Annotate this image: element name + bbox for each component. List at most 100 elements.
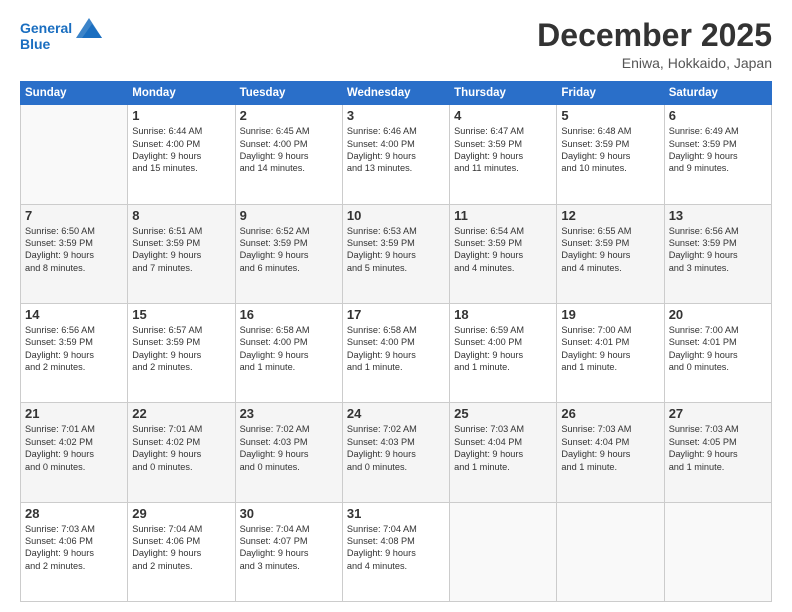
cell-line: Sunset: 4:08 PM [347,535,445,547]
cell-line: Sunset: 4:00 PM [240,138,338,150]
day-number: 16 [240,307,338,322]
day-number: 19 [561,307,659,322]
weekday-header-wednesday: Wednesday [342,82,449,105]
cell-line: and 2 minutes. [25,560,123,572]
calendar-cell: 14Sunrise: 6:56 AMSunset: 3:59 PMDayligh… [21,303,128,402]
cell-line: Sunset: 3:59 PM [132,336,230,348]
day-number: 24 [347,406,445,421]
calendar-cell: 24Sunrise: 7:02 AMSunset: 4:03 PMDayligh… [342,403,449,502]
cell-line: Sunrise: 6:49 AM [669,125,767,137]
day-number: 1 [132,108,230,123]
day-number: 21 [25,406,123,421]
cell-line: Daylight: 9 hours [669,249,767,261]
cell-line: Daylight: 9 hours [669,349,767,361]
day-number: 20 [669,307,767,322]
cell-line: Sunrise: 6:57 AM [132,324,230,336]
calendar-cell: 20Sunrise: 7:00 AMSunset: 4:01 PMDayligh… [664,303,771,402]
calendar-cell: 15 Sunrise: 6:57 AMSunset: 3:59 PMDayligh… [128,303,235,402]
cell-line: Sunrise: 7:02 AM [240,423,338,435]
cell-line: Sunset: 4:00 PM [240,336,338,348]
cell-line: Sunrise: 6:58 AM [347,324,445,336]
day-number: 4 [454,108,552,123]
month-title: December 2025 [537,18,772,53]
cell-line: Sunrise: 6:56 AM [669,225,767,237]
cell-line: Daylight: 9 hours [132,448,230,460]
cell-line: and 1 minute. [240,361,338,373]
cell-line: Sunset: 4:00 PM [454,336,552,348]
cell-line: and 1 minute. [669,461,767,473]
day-number: 14 [25,307,123,322]
cell-line: and 7 minutes. [132,262,230,274]
cell-line: Sunset: 4:02 PM [25,436,123,448]
cell-line: and 1 minute. [454,361,552,373]
day-number: 15 [132,307,230,322]
cell-line: Daylight: 9 hours [347,150,445,162]
logo-blue: Blue [20,36,50,52]
page: General Blue December 2025 Eniwa, Hokkai… [0,0,792,612]
cell-line: Daylight: 9 hours [240,349,338,361]
cell-line: Sunset: 3:59 PM [454,138,552,150]
cell-line: Sunrise: 6:50 AM [25,225,123,237]
calendar-cell: 5Sunrise: 6:48 AMSunset: 3:59 PMDaylight… [557,105,664,204]
day-number: 6 [669,108,767,123]
cell-line: Sunrise: 7:00 AM [561,324,659,336]
day-number: 28 [25,506,123,521]
cell-line: Sunset: 3:59 PM [669,237,767,249]
calendar-cell: 1Sunrise: 6:44 AMSunset: 4:00 PMDaylight… [128,105,235,204]
cell-line: Daylight: 9 hours [132,547,230,559]
cell-line: Sunrise: 7:02 AM [347,423,445,435]
weekday-header-thursday: Thursday [450,82,557,105]
calendar-cell: 16Sunrise: 6:58 AMSunset: 4:00 PMDayligh… [235,303,342,402]
cell-line: Sunrise: 7:01 AM [132,423,230,435]
cell-line: Daylight: 9 hours [240,547,338,559]
weekday-header-saturday: Saturday [664,82,771,105]
cell-line: and 0 minutes. [132,461,230,473]
cell-line: Daylight: 9 hours [454,349,552,361]
calendar-cell: 30Sunrise: 7:04 AMSunset: 4:07 PMDayligh… [235,502,342,601]
cell-line: Sunset: 3:59 PM [25,336,123,348]
cell-line: and 1 minute. [454,461,552,473]
day-number: 9 [240,208,338,223]
cell-line: Sunrise: 6:47 AM [454,125,552,137]
calendar-cell: 17Sunrise: 6:58 AMSunset: 4:00 PMDayligh… [342,303,449,402]
calendar-cell: 4Sunrise: 6:47 AMSunset: 3:59 PMDaylight… [450,105,557,204]
cell-line: Daylight: 9 hours [347,249,445,261]
week-row-3: 21Sunrise: 7:01 AMSunset: 4:02 PMDayligh… [21,403,772,502]
cell-line: and 4 minutes. [561,262,659,274]
cell-line: Sunrise: 6:55 AM [561,225,659,237]
day-number: 5 [561,108,659,123]
cell-line: and 11 minutes. [454,162,552,174]
week-row-1: 7Sunrise: 6:50 AMSunset: 3:59 PMDaylight… [21,204,772,303]
cell-line: Sunset: 3:59 PM [132,237,230,249]
week-row-0: 1Sunrise: 6:44 AMSunset: 4:00 PMDaylight… [21,105,772,204]
cell-line: Sunset: 4:05 PM [669,436,767,448]
logo-icon [76,18,102,38]
day-number: 23 [240,406,338,421]
cell-line: Sunset: 4:00 PM [347,336,445,348]
cell-line: Daylight: 9 hours [347,349,445,361]
day-number: 26 [561,406,659,421]
calendar-cell [21,105,128,204]
cell-line: Sunrise: 7:01 AM [25,423,123,435]
cell-line: Sunset: 4:00 PM [132,138,230,150]
cell-line: Daylight: 9 hours [561,249,659,261]
cell-line: Daylight: 9 hours [561,349,659,361]
cell-line: Daylight: 9 hours [454,249,552,261]
cell-line: Sunrise: 7:03 AM [669,423,767,435]
cell-line: and 1 minute. [561,461,659,473]
calendar-cell: 25Sunrise: 7:03 AMSunset: 4:04 PMDayligh… [450,403,557,502]
day-number: 25 [454,406,552,421]
day-number: 27 [669,406,767,421]
cell-line: Daylight: 9 hours [132,349,230,361]
cell-line: Sunrise: 6:46 AM [347,125,445,137]
cell-line: Sunset: 3:59 PM [561,237,659,249]
cell-line: Daylight: 9 hours [132,249,230,261]
cell-line: Daylight: 9 hours [25,249,123,261]
cell-line: Sunset: 4:03 PM [240,436,338,448]
cell-line: Daylight: 9 hours [25,547,123,559]
weekday-header-friday: Friday [557,82,664,105]
cell-line: and 3 minutes. [669,262,767,274]
cell-line: Sunrise: 6:52 AM [240,225,338,237]
cell-line: Sunrise: 6:48 AM [561,125,659,137]
week-row-2: 14Sunrise: 6:56 AMSunset: 3:59 PMDayligh… [21,303,772,402]
